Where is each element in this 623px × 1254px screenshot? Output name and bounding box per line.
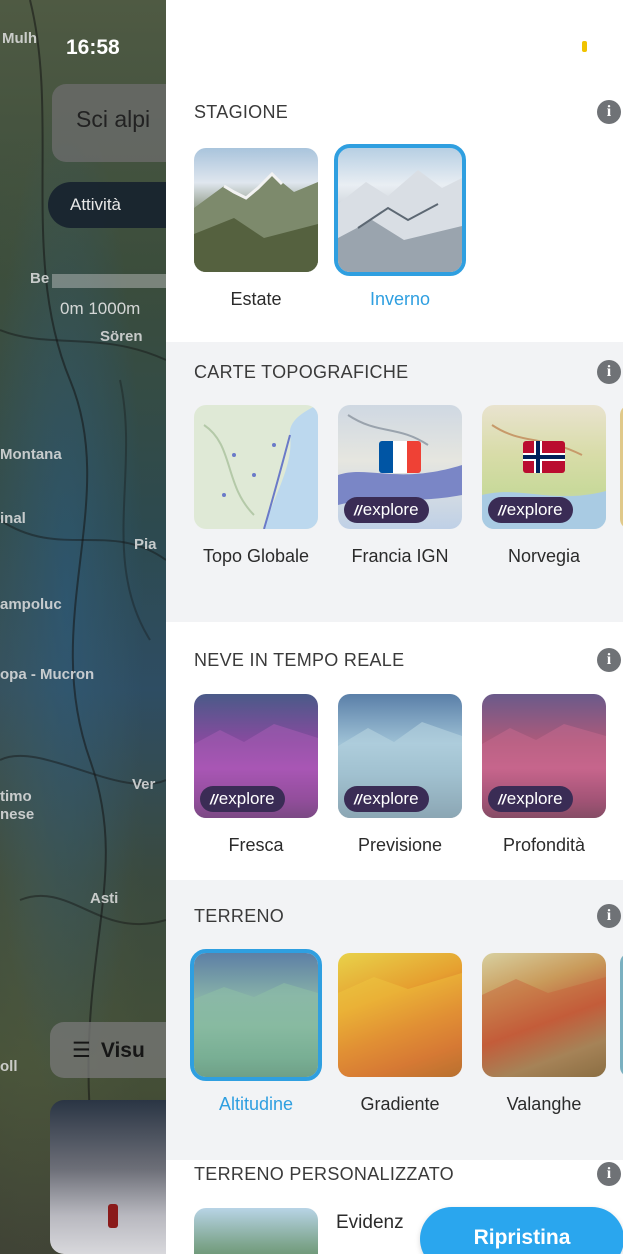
layer-tile-slope[interactable]: Gradiente [338,953,462,1117]
tile-label: Topo Globale [202,546,310,566]
section-title-live-snow: NEVE IN TEMPO REALE [194,650,405,670]
map-place-label: Mulh [2,30,37,47]
layer-tile-summer[interactable]: Estate [194,148,318,312]
layer-tile-france-ign[interactable]: //explore Francia IGN [338,405,462,569]
tile-label: Inverno [369,289,431,309]
winter-mountain-thumbnail [334,144,466,276]
summer-mountain-thumbnail [194,148,318,272]
tile-label: Altitudine [218,1094,294,1114]
france-ign-thumbnail: //explore [338,405,462,529]
map-place-label: ampoluc [0,596,62,613]
badge-label: explore [362,789,419,808]
norway-thumbnail: //explore [482,405,606,529]
layer-tile-forecast[interactable]: //explore Previsione [338,694,462,858]
tile-label: Gradiente [360,1094,440,1114]
map-place-label: oll [0,1058,18,1075]
explore-badge: //explore [200,786,285,812]
layer-tile-snow-depth[interactable]: //explore Profondità [482,694,606,858]
tile-label: Fresca [228,835,284,855]
section-title-custom-terrain: TERRENO PERSONALIZZATO [194,1164,454,1184]
layer-tile-norway[interactable]: //explore Norvegia [482,405,606,569]
explore-badge: //explore [344,497,429,523]
status-time: 16:58 [66,36,120,59]
explore-badge: //explore [344,786,429,812]
section-title-season: STAGIONE [194,102,289,122]
section-title-terrain: TERRENO [194,906,285,926]
section-title-topo-maps: CARTE TOPOGRAFICHE [194,362,409,382]
custom-terrain-thumbnail[interactable] [194,1208,318,1254]
badge-label: explore [506,789,563,808]
slope-thumbnail [338,953,462,1077]
featured-photo-card[interactable] [50,1100,166,1254]
info-icon[interactable]: i [597,904,621,928]
tile-label: Valanghe [506,1094,582,1114]
map-place-label: Pia [134,536,157,553]
custom-terrain-label: Evidenz [336,1212,404,1233]
forecast-thumbnail: //explore [338,694,462,818]
activity-search-pill[interactable]: Sci alpi [52,84,166,162]
tile-label: Francia IGN [351,546,449,566]
layer-tile-altitude[interactable]: Altitudine [190,949,322,1117]
tile-label: Profondità [502,835,586,855]
fresh-snow-thumbnail: //explore [194,694,318,818]
view-mode-button[interactable]: ☰ Visu [50,1022,166,1078]
info-icon[interactable]: i [597,648,621,672]
map-layers-panel: STAGIONE i Estate Inverno CARTE TOPOGRAF… [166,0,623,1254]
avalanche-thumbnail [482,953,606,1077]
badge-label: explore [506,500,563,519]
map-place-label: Be [30,270,50,287]
topo-global-thumbnail [194,405,318,529]
skier-figure [108,1204,118,1228]
activity-filter-button[interactable]: Attività [48,182,166,228]
france-flag-icon [379,441,421,473]
explore-badge: //explore [488,497,573,523]
view-mode-label: Visu [100,1039,145,1062]
norway-flag-icon [523,441,565,473]
map-place-label: opa - Mucron [0,666,95,683]
map-scale-label: 0m 1000m [60,299,141,318]
tile-label: Estate [230,289,282,309]
reset-button[interactable]: Ripristina [420,1207,623,1254]
map-place-label: Ver [132,776,156,793]
map-place-label: Asti [90,890,119,907]
explore-badge: //explore [488,786,573,812]
info-icon[interactable]: i [597,100,621,124]
info-icon[interactable]: i [597,1162,621,1186]
badge-label: explore [362,500,419,519]
status-indicator-icon [582,41,587,52]
map-scale-bar [52,274,166,288]
tile-label: Norvegia [507,546,581,566]
info-icon[interactable]: i [597,360,621,384]
background-map[interactable]: Mulh Be Sören Montana inal Pia ampoluc o… [0,0,166,1254]
tile-label: Previsione [357,835,443,855]
layer-tile-avalanche[interactable]: Valanghe [482,953,606,1117]
map-place-label: nese [0,806,35,823]
layer-tile-topo-global[interactable]: Topo Globale [194,405,318,569]
map-place-label: timo [0,788,32,805]
layer-tile-winter[interactable]: Inverno [334,144,466,312]
snow-depth-thumbnail: //explore [482,694,606,818]
map-place-label: Montana [0,446,62,463]
list-icon: ☰ [72,1039,91,1062]
map-place-label: Sören [100,328,143,345]
layer-tile-fresh-snow[interactable]: //explore Fresca [194,694,318,858]
map-place-label: inal [0,510,26,527]
altitude-thumbnail [190,949,322,1081]
badge-label: explore [218,789,275,808]
